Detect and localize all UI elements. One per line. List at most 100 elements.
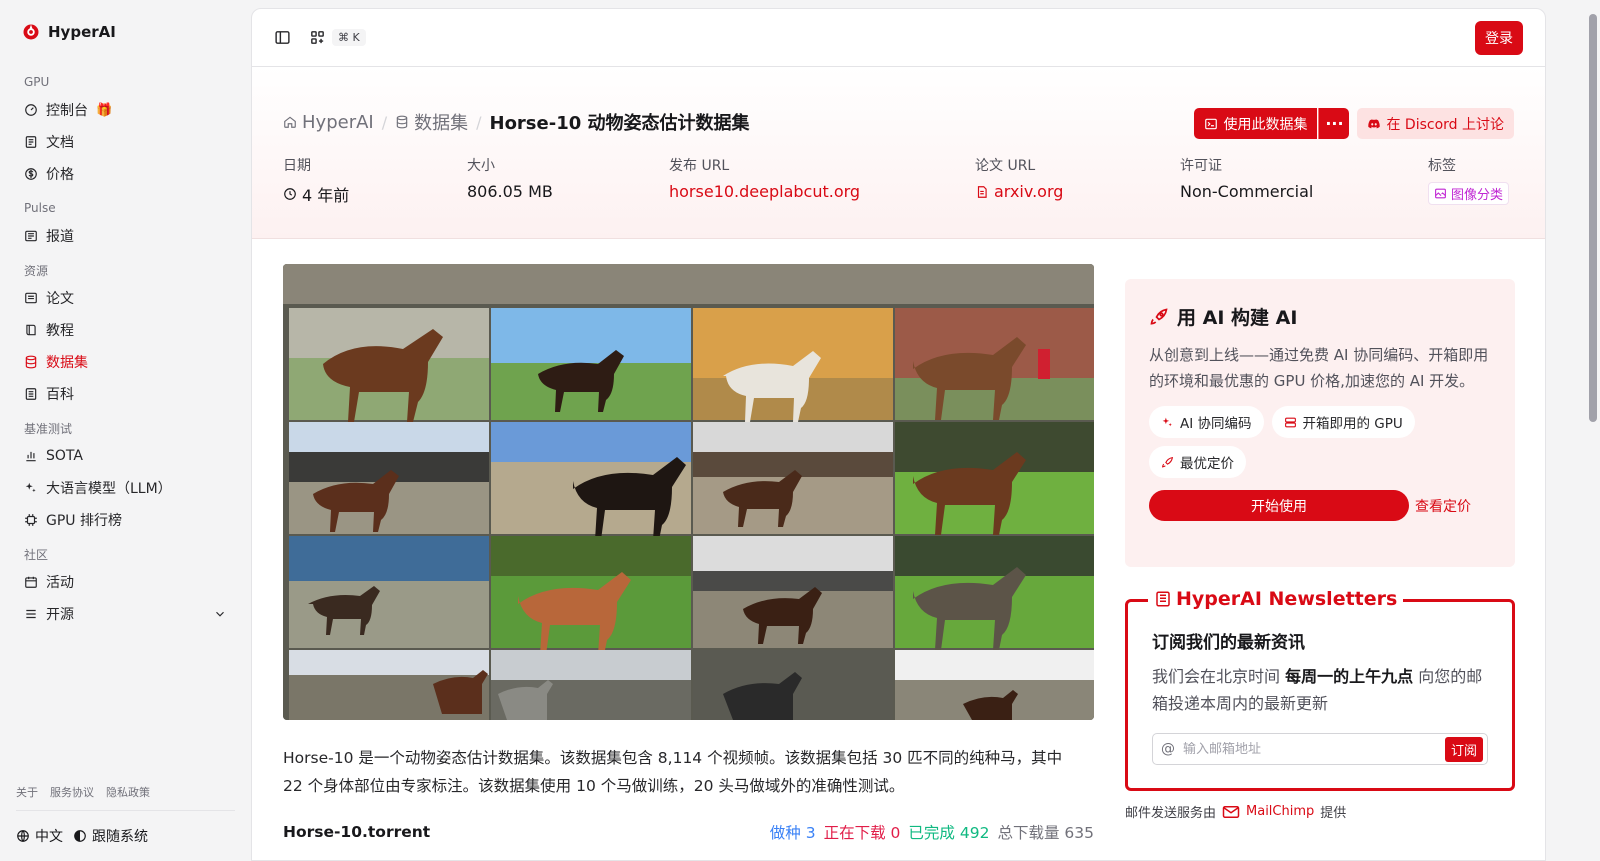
promo-cta: 开始使用 查看定价 [1149, 490, 1491, 521]
sidebar-item-label: 教程 [46, 323, 74, 339]
document-icon [25, 136, 37, 148]
sidebar-item-llm[interactable]: 大语言模型（LLM） [16, 472, 235, 504]
meta-value: 图像分类 [1428, 182, 1510, 205]
sidebar-item-wiki[interactable]: 百科 [16, 378, 235, 410]
rocket-icon [1150, 307, 1168, 325]
sidebar-item-reports[interactable]: 报道 [16, 220, 235, 252]
paper-url-link[interactable]: arxiv.org [975, 182, 1063, 201]
sidebar-item-papers[interactable]: 论文 [16, 282, 235, 314]
chevron-down-icon[interactable] [213, 607, 227, 621]
privacy-link[interactable]: 隐私政策 [106, 784, 150, 800]
bar-chart-icon [26, 451, 36, 462]
more-icon: ··· [1325, 114, 1344, 133]
total-label: 总下载量 [997, 824, 1060, 842]
breadcrumb-separator: / [381, 112, 388, 132]
login-button[interactable]: 登录 [1475, 20, 1523, 55]
feature-chip-label: 最优定价 [1180, 456, 1234, 472]
sidebar-item-datasets[interactable]: 数据集 [16, 346, 235, 378]
torrent-link[interactable]: Horse-10.torrent [283, 823, 430, 841]
database-icon [396, 115, 408, 129]
chip-icon [25, 514, 37, 526]
home-icon [284, 116, 296, 128]
theme-icon [74, 830, 86, 842]
nav-group-community: 社区 [24, 547, 49, 562]
meta-size: 大小 806.05 MB [467, 155, 553, 201]
completed-label: 已完成 [908, 824, 955, 842]
release-url-link[interactable]: horse10.deeplabcut.org [669, 182, 860, 201]
view-pricing-link[interactable]: 查看定价 [1415, 496, 1471, 516]
newsletter-box: HyperAI Newsletters 订阅我们的最新资讯 我们会在北京时间 每… [1125, 588, 1515, 791]
sidebar-item-docs[interactable]: 文档 [16, 126, 235, 158]
language-label: 中文 [35, 829, 63, 845]
use-dataset-button[interactable]: 使用此数据集 [1194, 108, 1318, 139]
meta-label: 许可证 [1180, 158, 1222, 174]
frame [289, 422, 489, 534]
about-link[interactable]: 关于 [16, 784, 38, 800]
sidebar-item-sota[interactable]: SOTA [16, 440, 235, 472]
sidebar-item-label: SOTA [46, 448, 83, 464]
frame [289, 650, 489, 720]
breadcrumb-separator: / [476, 112, 482, 132]
breadcrumb-datasets[interactable]: 数据集 [395, 109, 468, 135]
meta-label: 日期 [283, 158, 311, 174]
mail-provider-note: 邮件发送服务由 MailChimp 提供 [1125, 802, 1346, 821]
wiki-icon [25, 388, 37, 400]
dollar-icon [25, 168, 37, 180]
meta-label: 发布 URL [669, 158, 730, 174]
sidebar-item-gpu-leaderboard[interactable]: GPU 排行榜 [16, 504, 235, 536]
promo-text: 从创意到上线——通过免费 AI 协同编码、开箱即用的环境和最优惠的 GPU 价格… [1149, 346, 1489, 390]
frame [693, 650, 893, 720]
torrent-row: Horse-10.torrent 做种 3 正在下载 0 已完成 492 总下载… [283, 821, 1094, 843]
sidebar-item-label: 控制台 [46, 103, 88, 119]
mail-icon [1222, 805, 1240, 818]
newsletter-text-bold: 每周一的上午九点 [1285, 667, 1414, 686]
sparkle-icon [25, 482, 36, 493]
newsletter-form: @ 订阅 [1152, 733, 1488, 765]
scrollbar-thumb[interactable] [1589, 14, 1597, 422]
nav-group-pulse: Pulse [24, 201, 56, 215]
brand[interactable]: HyperAI [16, 0, 235, 64]
dataset-meta: 日期 4 年前 大小 806.05 MB 发布 URL horse10.deep… [283, 155, 1514, 205]
dataset-header: HyperAI / 数据集 / Horse-10 动物姿态估计数据集 使用此数据… [252, 67, 1545, 239]
more-actions-button[interactable]: ··· [1318, 108, 1350, 139]
total-stat: 总下载量 635 [997, 821, 1094, 843]
torrent-stats: 做种 3 正在下载 0 已完成 492 总下载量 635 [770, 821, 1094, 843]
subscribe-button[interactable]: 订阅 [1444, 736, 1483, 762]
discord-button[interactable]: 在 Discord 上讨论 [1357, 108, 1514, 139]
theme-switch[interactable]: 跟随系统 [73, 826, 148, 846]
newsletter-title: 订阅我们的最新资讯 [1152, 633, 1305, 653]
meta-label: 标签 [1428, 158, 1456, 174]
sidebar-item-events[interactable]: 活动 [16, 566, 235, 598]
newsletter-legend: HyperAI Newsletters [1148, 588, 1404, 610]
promo-card: 用 AI 构建 AI 从创意到上线——通过免费 AI 协同编码、开箱即用的环境和… [1125, 279, 1515, 567]
seed-stat: 做种 3 [770, 821, 816, 843]
sidebar-item-console[interactable]: 控制台 🎁 [16, 94, 235, 126]
language-switch[interactable]: 中文 [16, 826, 63, 846]
news-icon [25, 230, 37, 242]
database-icon [25, 355, 37, 369]
start-button[interactable]: 开始使用 [1149, 490, 1409, 521]
date-value: 4 年前 [302, 186, 350, 205]
feature-chip-gpu: 开箱即用的 GPU [1271, 406, 1415, 438]
newsletter-text: 我们会在北京时间 每周一的上午九点 向您的邮箱投递本周内的最新更新 [1152, 663, 1488, 717]
sidebar-item-open-source[interactable]: 开源 [16, 598, 235, 630]
completed-stat: 已完成 492 [908, 821, 989, 843]
dashboard-icon [25, 104, 37, 116]
sidebar-item-label: 百科 [46, 387, 74, 403]
breadcrumb-home[interactable]: HyperAI [283, 112, 374, 133]
frame [895, 650, 1094, 720]
frame [491, 650, 691, 720]
apps-grid-icon[interactable] [309, 29, 326, 46]
tag-chip[interactable]: 图像分类 [1428, 182, 1510, 205]
downloading-count: 0 [890, 824, 901, 842]
sidebar-item-pricing[interactable]: 价格 [16, 158, 235, 190]
downloading-label: 正在下载 [823, 824, 886, 842]
sidebar-toggle-icon[interactable] [274, 29, 291, 46]
gift-icon: 🎁 [96, 102, 113, 118]
terms-link[interactable]: 服务协议 [50, 784, 94, 800]
search-shortcut[interactable]: ⌘ K [332, 29, 366, 46]
email-input[interactable] [1183, 741, 1437, 757]
page-scrollbar[interactable] [1586, 0, 1600, 861]
mailchimp-link[interactable]: MailChimp [1246, 804, 1314, 819]
sidebar-item-tutorials[interactable]: 教程 [16, 314, 235, 346]
